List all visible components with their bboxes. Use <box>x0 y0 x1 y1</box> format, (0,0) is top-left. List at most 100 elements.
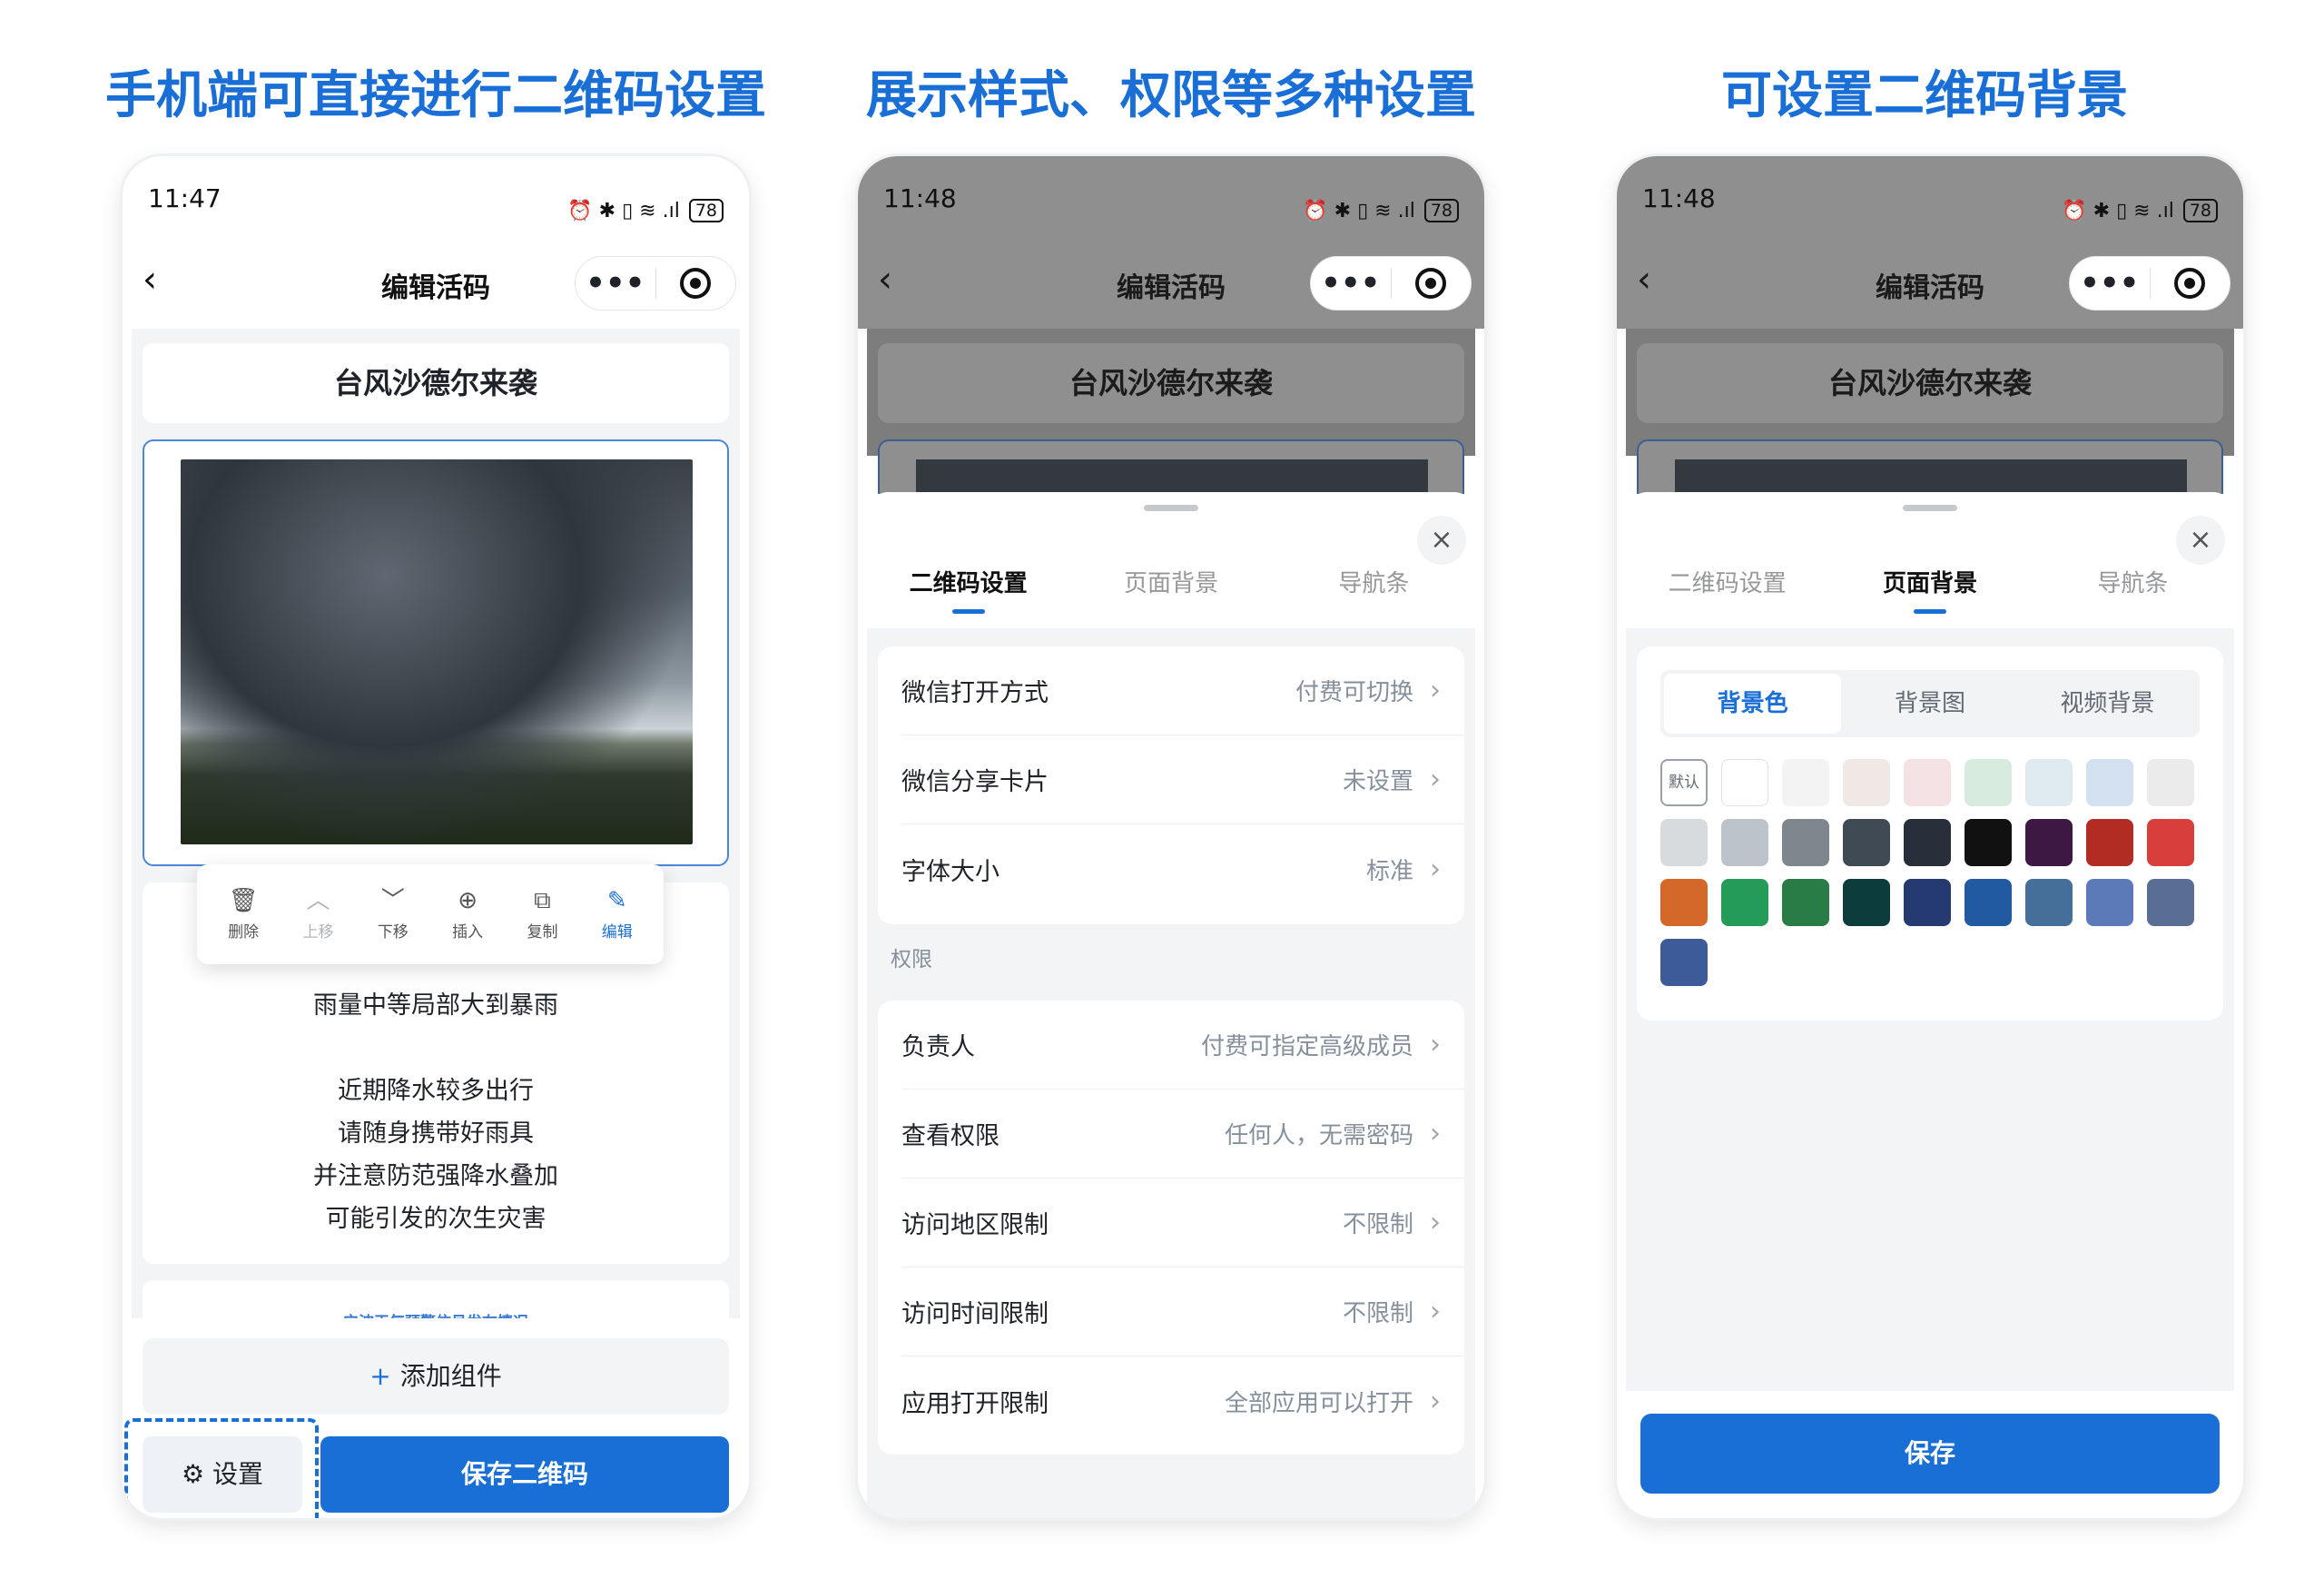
headline-display-and-permission-settings: 展示样式、权限等多种设置 <box>866 66 1476 125</box>
segment-video-background[interactable]: 视频背景 <box>2019 674 2196 734</box>
tab-navigation-bar[interactable]: 导航条 <box>2032 565 2234 619</box>
color-swatch[interactable] <box>2086 879 2133 926</box>
color-swatch[interactable] <box>1904 879 1951 926</box>
sheet-header: × 二维码设置 页面背景 导航条 <box>867 492 1475 628</box>
save-button[interactable]: 保存 <box>1640 1414 2220 1494</box>
save-qr-button[interactable]: 保存二维码 <box>320 1436 729 1513</box>
color-swatch[interactable] <box>2147 819 2194 866</box>
swatch-default[interactable]: 默认 <box>1660 759 1708 806</box>
tab-qr-settings[interactable]: 二维码设置 <box>867 565 1069 619</box>
color-swatch[interactable] <box>1965 759 2012 806</box>
segment-background-image[interactable]: 背景图 <box>1841 674 2018 734</box>
text-line-blank <box>143 1027 729 1070</box>
color-swatch[interactable] <box>2025 759 2073 806</box>
image-block-selected[interactable] <box>143 439 729 866</box>
move-up-tool[interactable]: ︿ 上移 <box>302 888 333 942</box>
row-label: 访问地区限制 <box>901 1211 1049 1239</box>
color-swatch[interactable] <box>1843 759 1890 806</box>
row-wechat-open-mode[interactable]: 微信打开方式 付费可切换 › <box>901 646 1464 735</box>
drag-handle[interactable] <box>1144 505 1198 511</box>
image-block-dimmed <box>1637 439 2223 496</box>
headline-qr-background: 可设置二维码背景 <box>1721 66 2128 125</box>
text-line: 近期降水较多出行 <box>338 1077 534 1105</box>
tab-page-background[interactable]: 页面背景 <box>1828 565 2031 619</box>
segment-background-color[interactable]: 背景色 <box>1664 674 1842 734</box>
color-swatch[interactable] <box>1782 819 1829 866</box>
color-swatch[interactable] <box>2086 759 2133 806</box>
row-time-limit[interactable]: 访问时间限制 不限制 › <box>901 1267 1464 1356</box>
insert-tool[interactable]: ⊕ 插入 <box>452 888 483 942</box>
color-swatch[interactable] <box>1782 759 1829 806</box>
color-swatch[interactable] <box>1782 879 1829 926</box>
tab-navigation-bar[interactable]: 导航条 <box>1273 565 1475 619</box>
miniapp-capsule: ••• <box>575 256 736 311</box>
miniapp-capsule: ••• <box>1310 256 1472 311</box>
row-font-size[interactable]: 字体大小 标准 › <box>901 824 1464 913</box>
color-swatch[interactable] <box>1660 819 1708 866</box>
row-value: 未设置 <box>1342 768 1413 795</box>
tab-page-background[interactable]: 页面背景 <box>1069 565 1272 619</box>
color-swatch[interactable] <box>2025 879 2073 926</box>
close-icon[interactable]: × <box>2176 516 2225 565</box>
color-swatch[interactable] <box>1721 759 1768 806</box>
add-component-button[interactable]: + 添加组件 <box>143 1338 729 1415</box>
color-swatch[interactable] <box>2025 819 2073 866</box>
delete-tool[interactable]: 🗑 删除 <box>228 888 259 942</box>
edit-label: 编辑 <box>601 922 633 942</box>
row-value: 不限制 <box>1342 1211 1413 1238</box>
sheet-header: × 二维码设置 页面背景 导航条 <box>1626 492 2234 628</box>
color-swatch[interactable] <box>1904 759 1951 806</box>
chevron-right-icon: › <box>1430 1118 1441 1149</box>
move-up-label: 上移 <box>302 922 334 942</box>
more-icon[interactable]: ••• <box>576 268 655 299</box>
edit-tool[interactable]: ✎ 编辑 <box>602 888 633 942</box>
color-swatch[interactable] <box>1965 819 2012 866</box>
sheet-tabs: 二维码设置 页面背景 导航条 <box>867 565 1475 619</box>
status-bar: 11:47 ⏰ ✱ ▯ ≋ .ıl 78 <box>123 156 749 238</box>
chevron-right-icon: › <box>1430 1385 1441 1417</box>
settings-button[interactable]: ⚙ 设置 <box>143 1436 302 1513</box>
tab-label: 页面背景 <box>1882 570 1977 597</box>
sheet-tabs: 二维码设置 页面背景 导航条 <box>1626 565 2234 619</box>
drag-handle[interactable] <box>1903 505 1957 511</box>
row-view-permission[interactable]: 查看权限 任何人，无需密码 › <box>901 1090 1464 1179</box>
close-icon[interactable]: × <box>1417 516 1466 565</box>
row-value: 全部应用可以打开 <box>1224 1389 1413 1417</box>
title-block[interactable]: 台风沙德尔来袭 <box>143 343 729 423</box>
close-miniapp-icon[interactable] <box>656 268 736 299</box>
move-down-tool[interactable]: ﹀ 下移 <box>378 888 409 942</box>
color-swatch[interactable] <box>1843 819 1890 866</box>
tab-qr-settings[interactable]: 二维码设置 <box>1626 565 1828 619</box>
color-swatch[interactable] <box>1660 879 1708 926</box>
section-label-permissions: 权限 <box>891 948 932 971</box>
row-app-open-limit[interactable]: 应用打开限制 全部应用可以打开 › <box>901 1356 1464 1445</box>
color-swatch[interactable] <box>1965 879 2012 926</box>
chevron-up-icon: ︿ <box>306 886 330 914</box>
close-miniapp-icon[interactable] <box>1392 268 1472 299</box>
row-wechat-share-card[interactable]: 微信分享卡片 未设置 › <box>901 735 1464 824</box>
color-swatch[interactable] <box>1721 819 1768 866</box>
text-block-lines: 雨量中等局部大到暴雨 近期降水较多出行 请随身携带好雨具 并注意防范强降水叠加 … <box>143 984 729 1240</box>
image-block-dimmed <box>878 439 1464 496</box>
color-swatch[interactable] <box>1904 819 1951 866</box>
color-swatch[interactable] <box>2147 879 2194 926</box>
color-swatch[interactable] <box>1843 879 1890 926</box>
color-swatch[interactable] <box>1660 939 1708 986</box>
row-owner[interactable]: 负责人 付费可指定高级成员 › <box>901 1001 1464 1090</box>
text-line: 雨量中等局部大到暴雨 <box>313 991 558 1020</box>
more-icon[interactable]: ••• <box>2070 268 2150 299</box>
headline-qr-settings-on-mobile: 手机端可直接进行二维码设置 <box>105 66 766 125</box>
copy-tool[interactable]: ⧉ 复制 <box>527 888 557 942</box>
row-region-limit[interactable]: 访问地区限制 不限制 › <box>901 1179 1464 1267</box>
chevron-down-icon: ﹀ <box>380 886 405 914</box>
color-swatch[interactable] <box>2147 759 2194 806</box>
color-swatch[interactable] <box>2086 819 2133 866</box>
color-swatch[interactable] <box>1721 879 1768 926</box>
nav-bar: ‹ 编辑活码 ••• <box>123 238 749 329</box>
copy-label: 复制 <box>527 922 558 942</box>
status-icons: ⏰ ✱ ▯ ≋ .ıl 78 <box>567 183 724 238</box>
battery-icon: 78 <box>688 199 724 222</box>
close-miniapp-icon[interactable] <box>2151 268 2230 299</box>
status-icons: ⏰ ✱ ▯ ≋ .ıl 78 <box>1303 183 1459 238</box>
more-icon[interactable]: ••• <box>1311 268 1391 299</box>
